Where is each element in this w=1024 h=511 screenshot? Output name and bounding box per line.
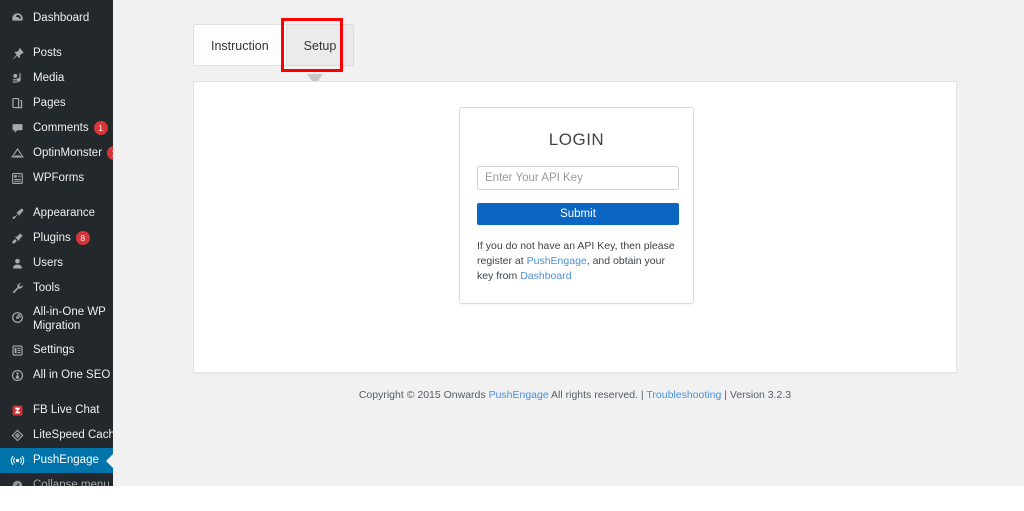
sidebar-item-tools[interactable]: Tools xyxy=(0,276,113,301)
sidebar-item-label: Posts xyxy=(33,41,62,66)
footer-troubleshooting-link[interactable]: Troubleshooting xyxy=(646,389,721,401)
sidebar-item-badge: 1 xyxy=(94,121,108,135)
sidebar-item-litespeed-cache[interactable]: LiteSpeed Cache xyxy=(0,423,113,448)
footer-pushengage-link[interactable]: PushEngage xyxy=(489,389,549,401)
migration-icon xyxy=(9,309,25,325)
sidebar-item-label: PushEngage xyxy=(33,448,99,473)
settings-icon xyxy=(9,342,25,358)
sidebar-item-wpforms[interactable]: WPForms xyxy=(0,166,113,191)
sidebar-item-settings[interactable]: Settings xyxy=(0,338,113,363)
pin-icon xyxy=(9,45,25,61)
sidebar-item-label: LiteSpeed Cache xyxy=(33,423,121,448)
tab-bar: InstructionSetup xyxy=(193,24,353,66)
sidebar-item-label: Comments xyxy=(33,116,89,141)
dashboard-icon xyxy=(9,10,25,26)
tab-wrapper: Instruction xyxy=(193,24,286,66)
footer-bar: Copyright © 2015 Onwards PushEngage All … xyxy=(193,389,957,401)
login-card: LOGIN Submit If you do not have an API K… xyxy=(459,107,694,304)
footer-version-text: | Version 3.2.3 xyxy=(721,389,791,401)
page-bottom-area xyxy=(0,486,1024,511)
optinmonster-icon xyxy=(9,145,25,161)
sidebar-separator xyxy=(0,31,113,41)
sidebar-item-plugins[interactable]: Plugins 8 xyxy=(0,226,113,251)
sidebar-item-label: Media xyxy=(33,66,64,91)
sidebar-item-badge: 8 xyxy=(76,231,90,245)
sidebar-item-label: Appearance xyxy=(33,201,95,226)
sidebar-item-label: All-in-One WP Migration xyxy=(33,305,113,333)
sidebar-item-label: Users xyxy=(33,251,63,276)
tools-icon xyxy=(9,280,25,296)
comment-icon xyxy=(9,120,25,136)
sidebar-item-pushengage[interactable]: PushEngage xyxy=(0,448,113,473)
api-key-help-text: If you do not have an API Key, then plea… xyxy=(477,239,682,284)
fb-live-chat-icon xyxy=(9,402,25,418)
api-key-input[interactable] xyxy=(477,166,679,190)
sidebar-item-optinmonster[interactable]: OptinMonster1 xyxy=(0,141,113,166)
sidebar-item-comments[interactable]: Comments 1 xyxy=(0,116,113,141)
sidebar-item-label: OptinMonster xyxy=(33,141,102,166)
sidebar-item-appearance[interactable]: Appearance xyxy=(0,201,113,226)
sidebar-item-label: Tools xyxy=(33,276,60,301)
tab-instruction[interactable]: Instruction xyxy=(193,24,287,66)
seo-icon xyxy=(9,367,25,383)
pushengage-register-link[interactable]: PushEngage xyxy=(527,255,587,267)
screen-root: Dashboard PostsMediaPagesComments 1 OptinMo… xyxy=(0,0,1024,511)
dashboard-link[interactable]: Dashboard xyxy=(520,270,571,282)
sidebar-item-fb-live-chat[interactable]: FB Live Chat xyxy=(0,398,113,423)
litespeed-icon xyxy=(9,427,25,443)
wpforms-icon xyxy=(9,170,25,186)
sidebar-item-label: Plugins xyxy=(33,226,71,251)
brush-icon xyxy=(9,205,25,221)
sidebar-separator xyxy=(0,388,113,398)
pushengage-icon xyxy=(9,452,25,468)
content-panel: LOGIN Submit If you do not have an API K… xyxy=(193,81,957,373)
plugins-icon xyxy=(9,230,25,246)
pages-icon xyxy=(9,95,25,111)
sidebar-item-pages[interactable]: Pages xyxy=(0,91,113,116)
sidebar-item-label: FB Live Chat xyxy=(33,398,99,423)
tab-wrapper: Setup xyxy=(286,24,354,66)
sidebar-item-all-in-one-wp-migration[interactable]: All-in-One WP Migration xyxy=(0,301,113,338)
main-content-area: InstructionSetup LOGIN Submit If you do … xyxy=(113,0,1024,486)
admin-sidebar: Dashboard PostsMediaPagesComments 1 OptinMo… xyxy=(0,0,113,486)
sidebar-item-posts[interactable]: Posts xyxy=(0,41,113,66)
sidebar-item-media[interactable]: Media xyxy=(0,66,113,91)
sidebar-item-label: Settings xyxy=(33,338,75,363)
sidebar-item-dashboard[interactable]: Dashboard xyxy=(0,6,113,31)
sidebar-item-label: Pages xyxy=(33,91,66,116)
sidebar-item-label: All in One SEO xyxy=(33,363,110,388)
users-icon xyxy=(9,255,25,271)
tab-setup[interactable]: Setup xyxy=(286,24,355,66)
submit-button[interactable]: Submit xyxy=(477,203,679,225)
sidebar-item-label: WPForms xyxy=(33,166,84,191)
footer-copyright-prefix: Copyright © 2015 Onwards xyxy=(359,389,489,401)
sidebar-separator xyxy=(0,191,113,201)
sidebar-item-users[interactable]: Users xyxy=(0,251,113,276)
media-icon xyxy=(9,70,25,86)
sidebar-item-all-in-one-seo[interactable]: All in One SEO xyxy=(0,363,113,388)
footer-rights-text: All rights reserved. | xyxy=(549,389,647,401)
sidebar-item-label: Dashboard xyxy=(33,6,89,31)
login-title: LOGIN xyxy=(477,130,676,150)
